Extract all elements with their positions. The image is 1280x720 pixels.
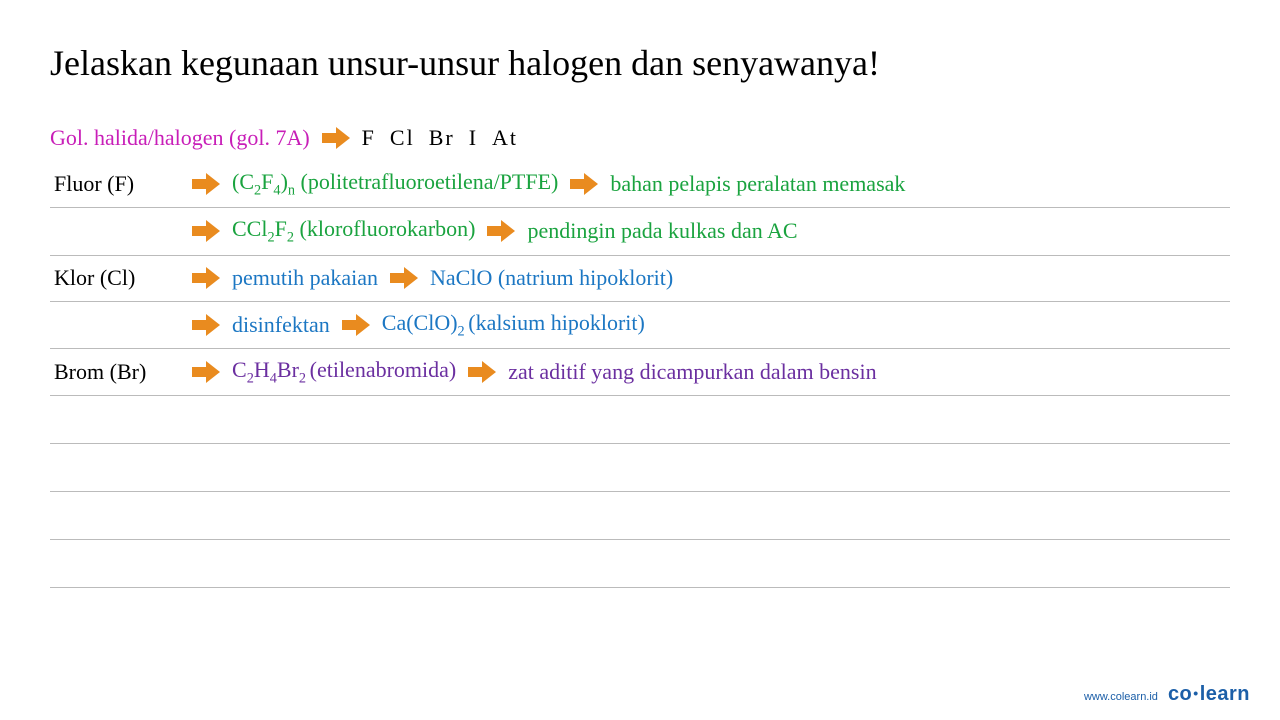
group-label: Gol. halida/halogen (gol. 7A) <box>50 125 310 151</box>
txt: (etilenabromida) <box>310 357 457 382</box>
klor-label: Klor (Cl) <box>50 265 180 291</box>
arrow-icon <box>570 173 598 195</box>
element: I <box>469 125 478 151</box>
arrow-icon <box>322 127 350 149</box>
klor-row-1: Klor (Cl) pemutih pakaian NaClO (natrium… <box>50 256 1230 302</box>
txt: F <box>275 216 287 241</box>
slide: Jelaskan kegunaan unsur-unsur halogen da… <box>0 0 1280 720</box>
txt: CCl <box>232 216 267 241</box>
fluor-use-2: pendingin pada kulkas dan AC <box>527 218 797 244</box>
klor-compound-1: NaClO (natrium hipoklorit) <box>430 265 673 291</box>
footer: www.colearn.id co•learn <box>1084 683 1250 706</box>
element: F <box>362 125 376 151</box>
arrow-icon <box>192 361 220 383</box>
empty-row <box>50 396 1230 444</box>
element-list: F Cl Br I At <box>362 125 518 151</box>
txt: H <box>254 357 270 382</box>
arrow-icon <box>468 361 496 383</box>
sub: 4 <box>273 182 280 198</box>
sub: 2 <box>458 323 469 339</box>
fluor-compound-2: CCl2F2 (klorofluorokarbon) <box>232 216 475 246</box>
brand-part: co <box>1168 683 1192 705</box>
fluor-row-1: Fluor (F) (C2F4)n (politetrafluoroetilen… <box>50 161 1230 208</box>
klor-compound-2: Ca(ClO)2 (kalsium hipoklorit) <box>382 310 645 340</box>
arrow-icon <box>390 267 418 289</box>
arrow-icon <box>192 267 220 289</box>
sub: 2 <box>299 370 310 386</box>
fluor-label: Fluor (F) <box>50 171 180 197</box>
arrow-icon <box>487 220 515 242</box>
content: Gol. halida/halogen (gol. 7A) F Cl Br I … <box>50 115 1230 589</box>
txt: (klorofluorokarbon) <box>294 216 475 241</box>
brom-use: zat aditif yang dicampurkan dalam bensin <box>508 359 876 385</box>
txt: ) <box>281 169 288 194</box>
txt: Br <box>277 357 299 382</box>
brom-label: Brom (Br) <box>50 359 180 385</box>
empty-row <box>50 540 1230 588</box>
arrow-icon <box>192 173 220 195</box>
klor-use-2: disinfektan <box>232 312 330 338</box>
txt: (kalsium hipoklorit) <box>468 310 645 335</box>
sub: 2 <box>247 370 254 386</box>
sub: 2 <box>287 230 294 246</box>
txt: C <box>232 357 247 382</box>
fluor-row-2: CCl2F2 (klorofluorokarbon) pendingin pad… <box>50 208 1230 255</box>
arrow-icon <box>192 314 220 336</box>
klor-row-2: disinfektan Ca(ClO)2 (kalsium hipoklorit… <box>50 302 1230 349</box>
sub: 4 <box>270 370 277 386</box>
klor-use-1: pemutih pakaian <box>232 265 378 291</box>
sub: n <box>288 182 295 198</box>
txt: (politetrafluoroetilena/PTFE) <box>295 169 558 194</box>
brom-compound: C2H4Br2 (etilenabromida) <box>232 357 456 387</box>
brom-row: Brom (Br) C2H4Br2 (etilenabromida) zat a… <box>50 349 1230 396</box>
dot-icon: • <box>1193 685 1198 701</box>
element: Cl <box>390 125 415 151</box>
footer-logo: co•learn <box>1168 683 1250 706</box>
sub: 2 <box>267 230 274 246</box>
txt: F <box>261 169 273 194</box>
footer-url: www.colearn.id <box>1084 691 1158 703</box>
empty-row <box>50 492 1230 540</box>
txt: Ca(ClO) <box>382 310 458 335</box>
empty-row <box>50 444 1230 492</box>
arrow-icon <box>192 220 220 242</box>
fluor-compound-1: (C2F4)n (politetrafluoroetilena/PTFE) <box>232 169 558 199</box>
header-row: Gol. halida/halogen (gol. 7A) F Cl Br I … <box>50 115 1230 161</box>
arrow-icon <box>342 314 370 336</box>
brand-part: learn <box>1200 683 1250 705</box>
fluor-use-1: bahan pelapis peralatan memasak <box>610 171 905 197</box>
element: Br <box>429 125 455 151</box>
element: At <box>492 125 518 151</box>
txt: (C <box>232 169 254 194</box>
page-title: Jelaskan kegunaan unsur-unsur halogen da… <box>50 40 1230 87</box>
